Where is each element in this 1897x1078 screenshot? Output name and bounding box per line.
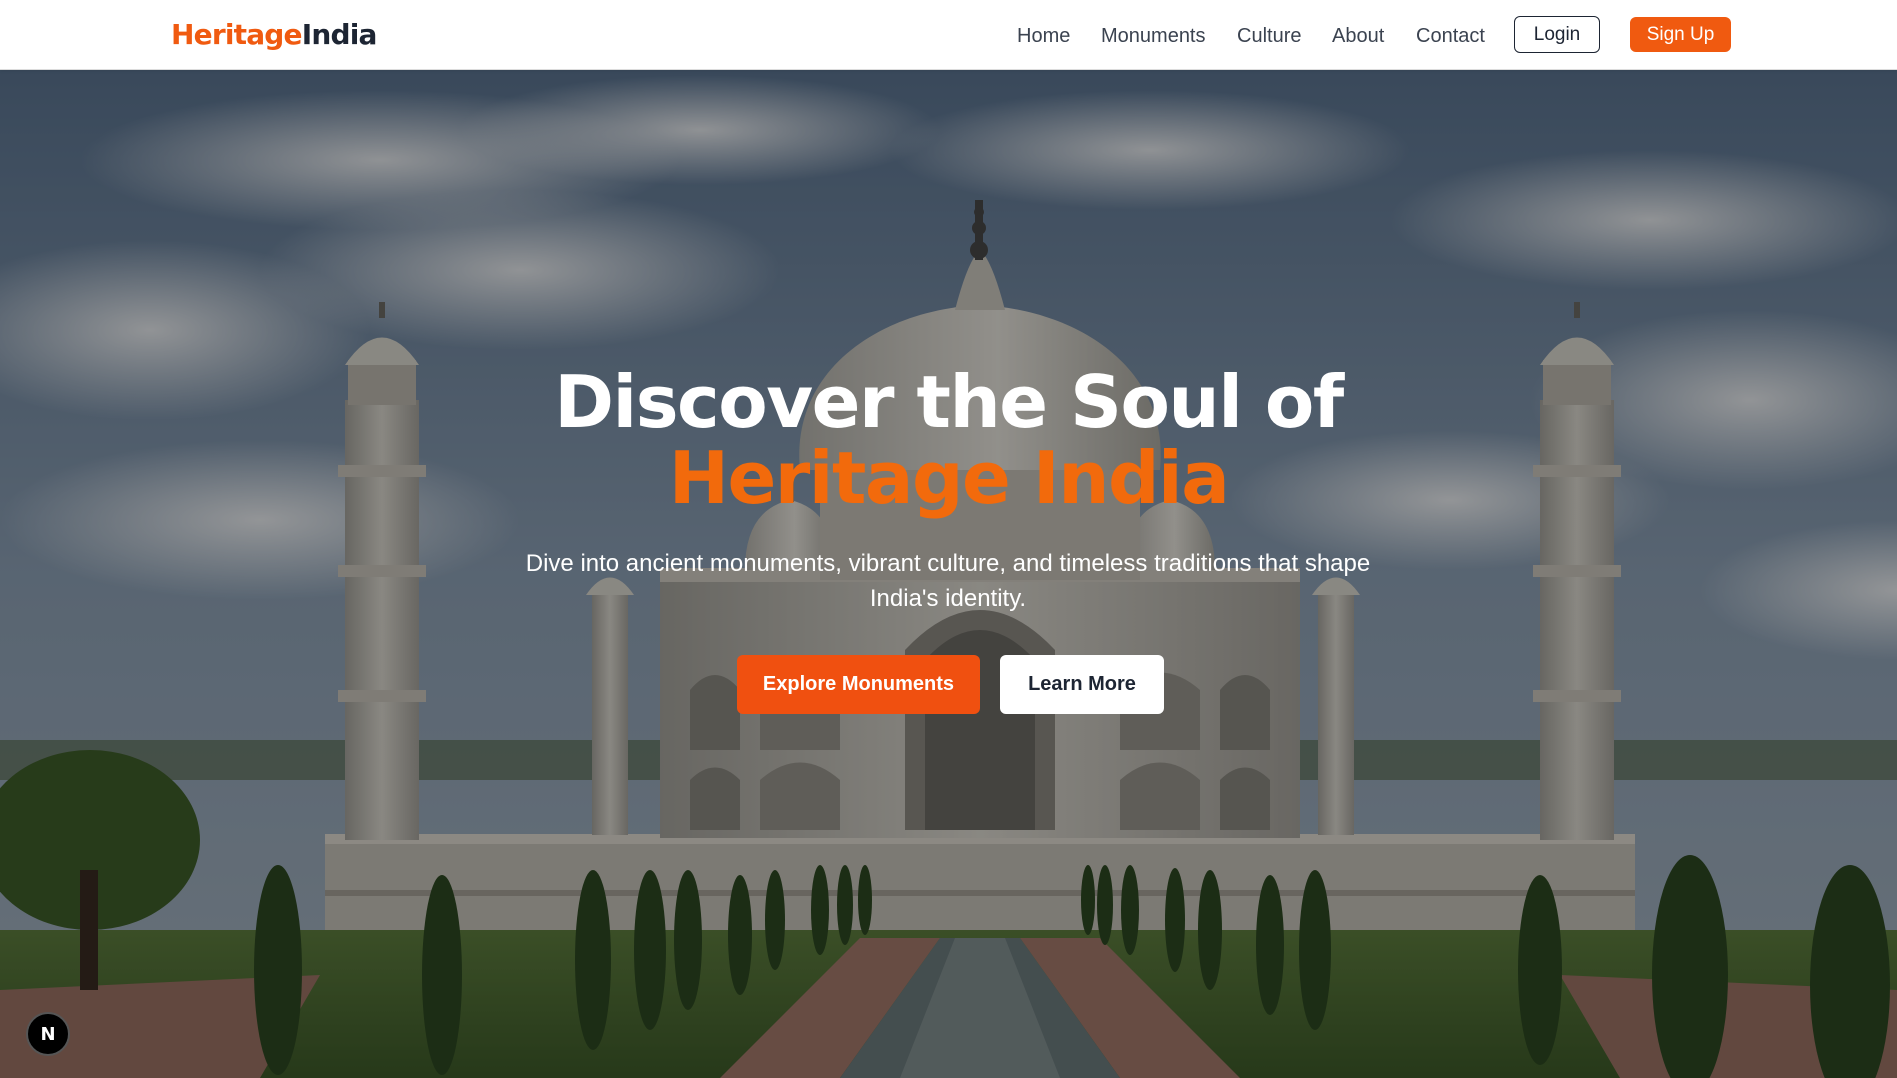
navbar: HeritageIndia Home Monuments Culture Abo… — [0, 0, 1897, 70]
nav-link-about[interactable]: About — [1332, 22, 1384, 50]
hero-content: Discover the Soul of Heritage India Dive… — [0, 70, 1897, 1078]
logo-part-heritage: Heritage — [171, 18, 303, 51]
hero-title-line-1: Discover the Soul of — [554, 360, 1344, 444]
signup-button[interactable]: Sign Up — [1630, 17, 1731, 52]
nav-link-culture[interactable]: Culture — [1237, 22, 1301, 50]
nav-link-contact[interactable]: Contact — [1416, 22, 1485, 50]
hero-section: Discover the Soul of Heritage India Dive… — [0, 70, 1897, 1078]
learn-more-button[interactable]: Learn More — [1000, 655, 1164, 714]
login-button[interactable]: Login — [1514, 16, 1600, 53]
hero-subtitle: Dive into ancient monuments, vibrant cul… — [525, 550, 1371, 612]
hero-title-line-2: Heritage India — [668, 436, 1230, 520]
nav-link-monuments[interactable]: Monuments — [1101, 22, 1206, 50]
explore-monuments-button[interactable]: Explore Monuments — [737, 655, 980, 714]
site-logo[interactable]: HeritageIndia — [171, 19, 377, 51]
logo-part-india: India — [301, 18, 378, 51]
dev-tools-n-badge[interactable]: N — [26, 1012, 70, 1056]
nav-link-home[interactable]: Home — [1017, 22, 1070, 50]
